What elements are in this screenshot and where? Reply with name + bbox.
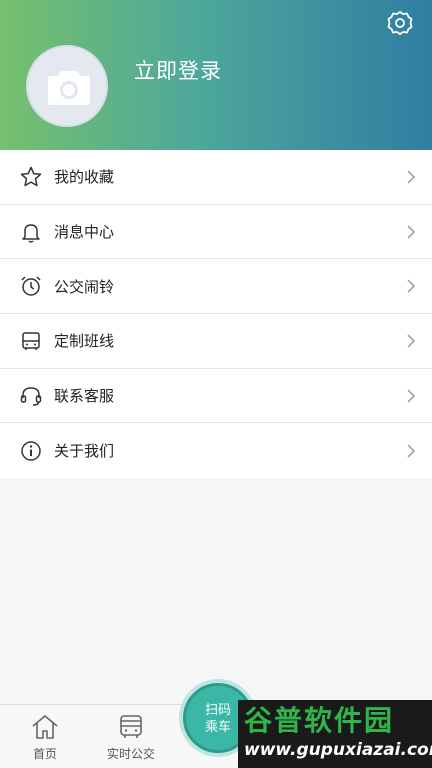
settings-icon[interactable] — [386, 9, 414, 37]
chevron-right-icon — [407, 225, 416, 239]
alarm-clock-icon — [21, 276, 41, 296]
chevron-right-icon — [407, 389, 416, 403]
watermark-title: 谷普软件园 — [244, 704, 395, 737]
info-icon — [21, 441, 41, 461]
bell-icon — [22, 223, 40, 243]
star-icon — [20, 166, 42, 187]
avatar[interactable] — [26, 45, 108, 127]
menu-item-custom-routes[interactable]: 定制班线 — [0, 314, 432, 369]
menu-item-label: 关于我们 — [54, 442, 115, 461]
camera-icon — [48, 71, 90, 105]
menu-item-label: 定制班线 — [54, 332, 115, 351]
headset-icon — [20, 386, 42, 406]
chevron-right-icon — [407, 279, 416, 293]
menu-item-support[interactable]: 联系客服 — [0, 369, 432, 424]
menu-item-about[interactable]: 关于我们 — [0, 423, 432, 478]
chevron-right-icon — [407, 334, 416, 348]
menu-item-label: 公交闹铃 — [54, 277, 115, 296]
tab-realtime-bus[interactable]: 实时公交 — [86, 705, 176, 768]
menu-list: 我的收藏 消息中心 公交闹铃 定制班线 联系客服 关于我们 — [0, 150, 432, 479]
profile-header: 立即登录 — [0, 0, 432, 150]
bus-icon — [120, 715, 142, 738]
watermark-url: www.gupuxiazai.com — [244, 740, 432, 760]
bus-front-icon — [22, 332, 40, 350]
menu-item-label: 联系客服 — [54, 387, 115, 406]
tab-label: 首页 — [32, 747, 57, 761]
menu-item-messages[interactable]: 消息中心 — [0, 205, 432, 260]
watermark: 谷普软件园 www.gupuxiazai.com — [238, 700, 432, 768]
tab-home[interactable]: 首页 — [0, 705, 90, 768]
menu-item-favorites[interactable]: 我的收藏 — [0, 150, 432, 205]
chevron-right-icon — [407, 170, 416, 184]
chevron-right-icon — [407, 444, 416, 458]
menu-item-alarm[interactable]: 公交闹铃 — [0, 259, 432, 315]
tab-label: 实时公交 — [106, 747, 155, 761]
login-link[interactable]: 立即登录 — [134, 55, 222, 85]
home-icon — [32, 715, 58, 739]
menu-item-label: 消息中心 — [54, 223, 115, 242]
menu-item-label: 我的收藏 — [54, 168, 115, 187]
